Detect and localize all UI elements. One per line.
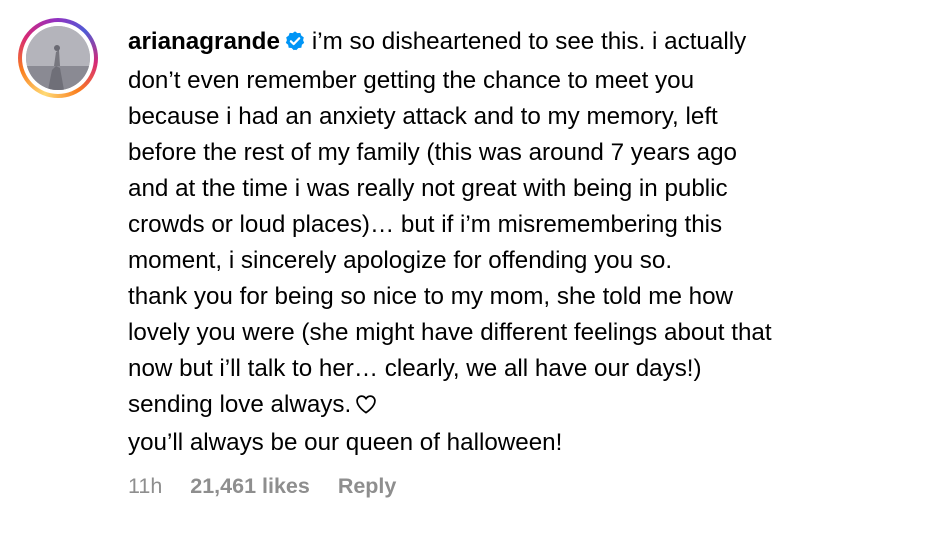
comment-meta: 11h 21,461 likes Reply — [128, 474, 418, 499]
comment-line: thank you for being so nice to my mom, s… — [128, 283, 733, 310]
comment-line: moment, i sincerely apologize for offend… — [128, 247, 673, 274]
comment-text: arianagrande i’m so disheartened to see t… — [128, 24, 918, 461]
comment-line: you’ll always be our queen of halloween! — [128, 429, 563, 456]
comment-line-text: i’m so disheartened to see this. i actua… — [311, 28, 747, 55]
avatar-image — [26, 26, 90, 90]
avatar[interactable] — [26, 26, 90, 90]
comment-line: before the rest of my family (this was a… — [128, 139, 737, 166]
comment-line: sending love always. — [128, 387, 918, 425]
heart-outline-icon — [355, 389, 377, 425]
comment-line: because i had an anxiety attack and to m… — [128, 103, 718, 130]
comment-line: lovely you were (she might have differen… — [128, 319, 772, 346]
comment-line: now but i’ll talk to her… clearly, we al… — [128, 355, 702, 382]
comment-content: arianagrande i’m so disheartened to see t… — [128, 24, 918, 461]
username-link[interactable]: arianagrande — [128, 28, 280, 55]
comment: arianagrande i’m so disheartened to see t… — [0, 0, 928, 542]
comment-line: crowds or loud places)… but if i’m misre… — [128, 211, 723, 238]
avatar-story-ring[interactable] — [18, 18, 98, 98]
comment-line: arianagrande i’m so disheartened to see t… — [128, 24, 918, 63]
comment-timestamp[interactable]: 11h — [128, 474, 162, 498]
avatar-ring-gap — [22, 22, 94, 94]
comment-line: don’t even remember getting the chance t… — [128, 67, 695, 94]
comment-line: and at the time i was really not great w… — [128, 175, 728, 202]
reply-button[interactable]: Reply — [338, 474, 397, 498]
comment-line-text: sending love always. — [128, 391, 352, 418]
likes-count-button[interactable]: 21,461 likes — [190, 474, 310, 498]
verified-badge-icon — [284, 27, 306, 63]
